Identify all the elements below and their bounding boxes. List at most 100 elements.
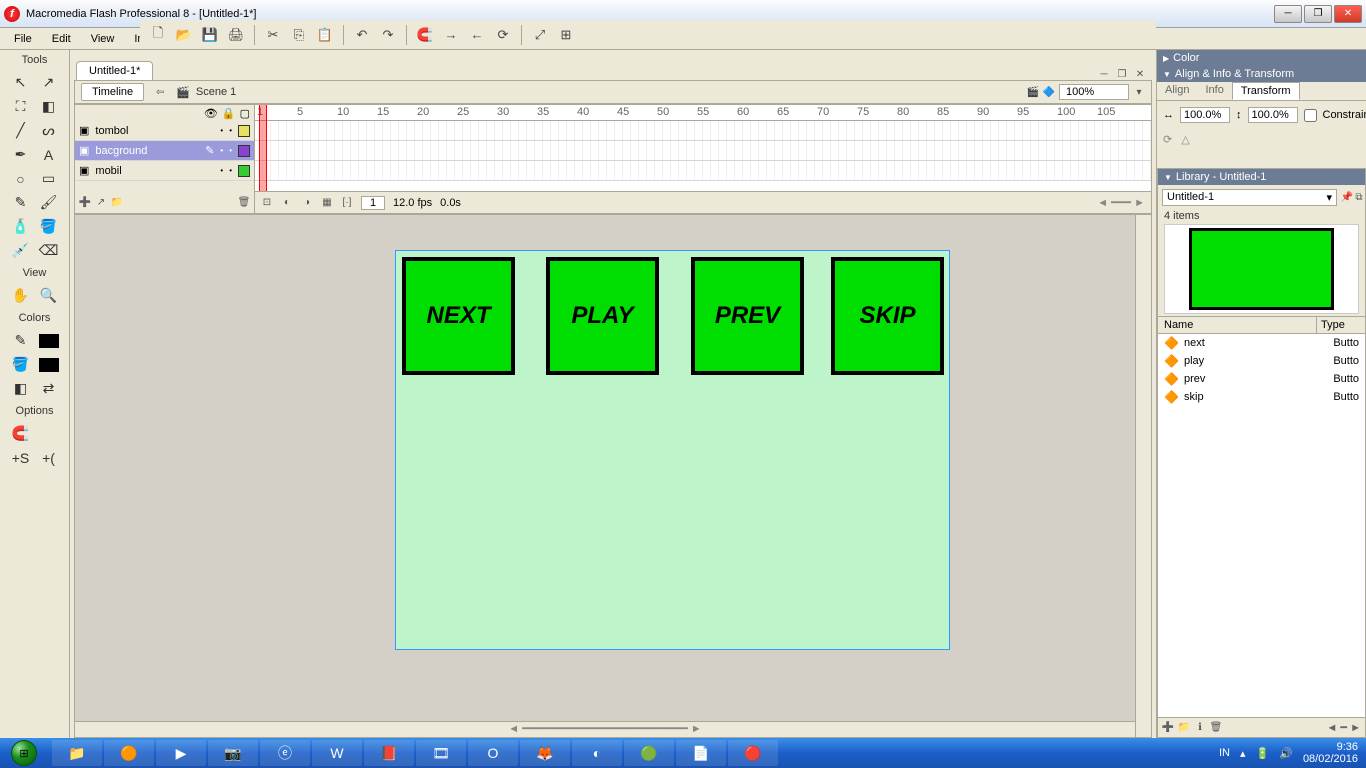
copy-button[interactable]: ⎘ <box>287 23 311 47</box>
stage-button-play[interactable]: PLAY <box>546 257 659 375</box>
center-frame-icon[interactable]: ⊡ <box>261 197 273 209</box>
task-word[interactable]: W <box>312 740 362 766</box>
task-opera[interactable]: O <box>468 740 518 766</box>
frame-row[interactable] <box>255 121 1151 141</box>
delete-symbol-icon[interactable]: 🗑 <box>1210 722 1222 734</box>
oval-tool[interactable]: ○ <box>8 168 33 189</box>
pencil-tool[interactable]: ✎ <box>8 192 33 213</box>
task-pdf[interactable]: 📕 <box>364 740 414 766</box>
pen-tool[interactable]: ✒ <box>8 144 33 165</box>
bw-button[interactable]: ◧ <box>8 378 33 399</box>
insert-layer-icon[interactable]: ➕ <box>79 196 91 208</box>
align-panel-header[interactable]: Align & Info & Transform <box>1157 66 1366 82</box>
edit-symbol-icon[interactable]: 🔷 <box>1043 86 1055 98</box>
doc-minimize-icon[interactable]: ─ <box>1098 68 1110 80</box>
undo-button[interactable]: ↶ <box>350 23 374 47</box>
align-button[interactable]: ⊞ <box>554 23 578 47</box>
timeline-ruler[interactable]: 1510152025303540455055606570758085909510… <box>255 105 1151 121</box>
color-panel-header[interactable]: Color <box>1157 50 1366 66</box>
library-name-column[interactable]: Name <box>1158 317 1317 333</box>
library-type-column[interactable]: Type <box>1317 317 1365 333</box>
tray-volume-icon[interactable]: 🔊 <box>1279 747 1293 760</box>
task-ie[interactable]: ⓔ <box>260 740 310 766</box>
pin-library-icon[interactable]: 📌 <box>1341 192 1353 204</box>
straighten-option[interactable]: +( <box>36 447 61 468</box>
eye-icon[interactable]: 👁 <box>204 107 218 120</box>
scale-button[interactable]: ⤢ <box>528 23 552 47</box>
language-indicator[interactable]: IN <box>1219 747 1230 759</box>
layer-row[interactable]: ▣mobil•• <box>75 161 254 181</box>
task-app3[interactable]: 🟢 <box>624 740 674 766</box>
onion-skin-icon[interactable]: ◐ <box>281 197 293 209</box>
print-button[interactable]: 🖨 <box>224 23 248 47</box>
doc-close-icon[interactable]: ✕ <box>1134 68 1146 80</box>
menu-file[interactable]: File <box>4 31 42 47</box>
insert-folder-icon[interactable]: 📁 <box>111 196 123 208</box>
width-input[interactable] <box>1180 107 1230 123</box>
cut-button[interactable]: ✂ <box>261 23 285 47</box>
gradient-transform-tool[interactable]: ◧ <box>36 96 61 117</box>
frame-row[interactable] <box>255 141 1151 161</box>
task-app1[interactable]: 🟠 <box>104 740 154 766</box>
task-app2[interactable]: ◐ <box>572 740 622 766</box>
clock[interactable]: 9:36 08/02/2016 <box>1303 741 1358 765</box>
library-item[interactable]: 🔶nextButto <box>1158 334 1365 352</box>
line-tool[interactable]: ╱ <box>8 120 33 141</box>
zoom-tool[interactable]: 🔍 <box>36 285 61 306</box>
redo-button[interactable]: ↷ <box>376 23 400 47</box>
maximize-button[interactable]: ❐ <box>1304 5 1332 23</box>
smooth-button[interactable]: → <box>439 23 463 47</box>
tab-info[interactable]: Info <box>1197 82 1231 100</box>
stage-area[interactable]: NEXT PLAY PREVSKIP ◄ ━━━━━━━━━━━━━━━━━━━━━… <box>74 214 1152 738</box>
ink-bottle-tool[interactable]: 🧴 <box>8 216 33 237</box>
paint-bucket-tool[interactable]: 🪣 <box>36 216 61 237</box>
task-explorer[interactable]: 📁 <box>52 740 102 766</box>
menu-view[interactable]: View <box>81 31 125 47</box>
fill-color-swatch[interactable] <box>36 354 61 375</box>
new-button[interactable]: 🗋 <box>146 23 170 47</box>
frame-row[interactable] <box>255 161 1151 181</box>
library-item[interactable]: 🔶skipButto <box>1158 388 1365 406</box>
outline-icon[interactable]: ▢ <box>240 107 250 120</box>
eraser-tool[interactable]: ⌫ <box>36 240 61 261</box>
library-item[interactable]: 🔶playButto <box>1158 352 1365 370</box>
lasso-tool[interactable]: ᔕ <box>36 120 61 141</box>
free-transform-tool[interactable]: ⛶ <box>8 96 33 117</box>
task-media[interactable]: ▶ <box>156 740 206 766</box>
add-motion-guide-icon[interactable]: ↗ <box>95 196 107 208</box>
current-frame-input[interactable] <box>361 196 385 210</box>
horizontal-scrollbar[interactable]: ◄ ━━━━━━━━━━━━━━━━━━━━━━━━━ ► <box>75 721 1135 737</box>
straighten-button[interactable]: ← <box>465 23 489 47</box>
height-input[interactable] <box>1248 107 1298 123</box>
layer-color-swatch[interactable] <box>238 125 250 137</box>
tab-align[interactable]: Align <box>1157 82 1197 100</box>
properties-icon[interactable]: ℹ <box>1194 722 1206 734</box>
onion-outline-icon[interactable]: ◑ <box>301 197 313 209</box>
vertical-scrollbar[interactable] <box>1135 215 1151 737</box>
library-doc-selector[interactable]: Untitled-1▾ <box>1162 189 1337 206</box>
eyedropper-tool[interactable]: 💉 <box>8 240 33 261</box>
swap-colors-button[interactable]: ⇄ <box>36 378 61 399</box>
stage-button-skip[interactable]: SKIP <box>831 257 944 375</box>
layer-row[interactable]: ▣tombol•• <box>75 121 254 141</box>
stage-button-prev[interactable]: PREV <box>691 257 804 375</box>
hand-tool[interactable]: ✋ <box>8 285 33 306</box>
open-button[interactable]: 📂 <box>172 23 196 47</box>
timeline-toggle-button[interactable]: Timeline <box>81 83 144 101</box>
back-icon[interactable]: ⇦ <box>154 86 166 98</box>
lock-icon[interactable]: 🔒 <box>222 107 236 120</box>
task-notepad[interactable]: 📄 <box>676 740 726 766</box>
text-tool[interactable]: A <box>36 144 61 165</box>
stage[interactable]: NEXT PLAY PREVSKIP <box>395 250 950 650</box>
menu-edit[interactable]: Edit <box>42 31 81 47</box>
selection-tool[interactable]: ↖ <box>8 72 33 93</box>
stage-button-next[interactable]: NEXT <box>402 257 515 375</box>
new-library-panel-icon[interactable]: ⧉ <box>1353 192 1365 204</box>
rectangle-tool[interactable]: ▭ <box>36 168 61 189</box>
edit-scene-icon[interactable]: 🎬 <box>1027 86 1039 98</box>
task-flash[interactable]: 🔴 <box>728 740 778 766</box>
start-button[interactable]: ⊞ <box>0 738 48 768</box>
close-button[interactable]: ✕ <box>1334 5 1362 23</box>
smooth-option[interactable]: +S <box>8 447 33 468</box>
modify-onion-icon[interactable]: [·] <box>341 197 353 209</box>
